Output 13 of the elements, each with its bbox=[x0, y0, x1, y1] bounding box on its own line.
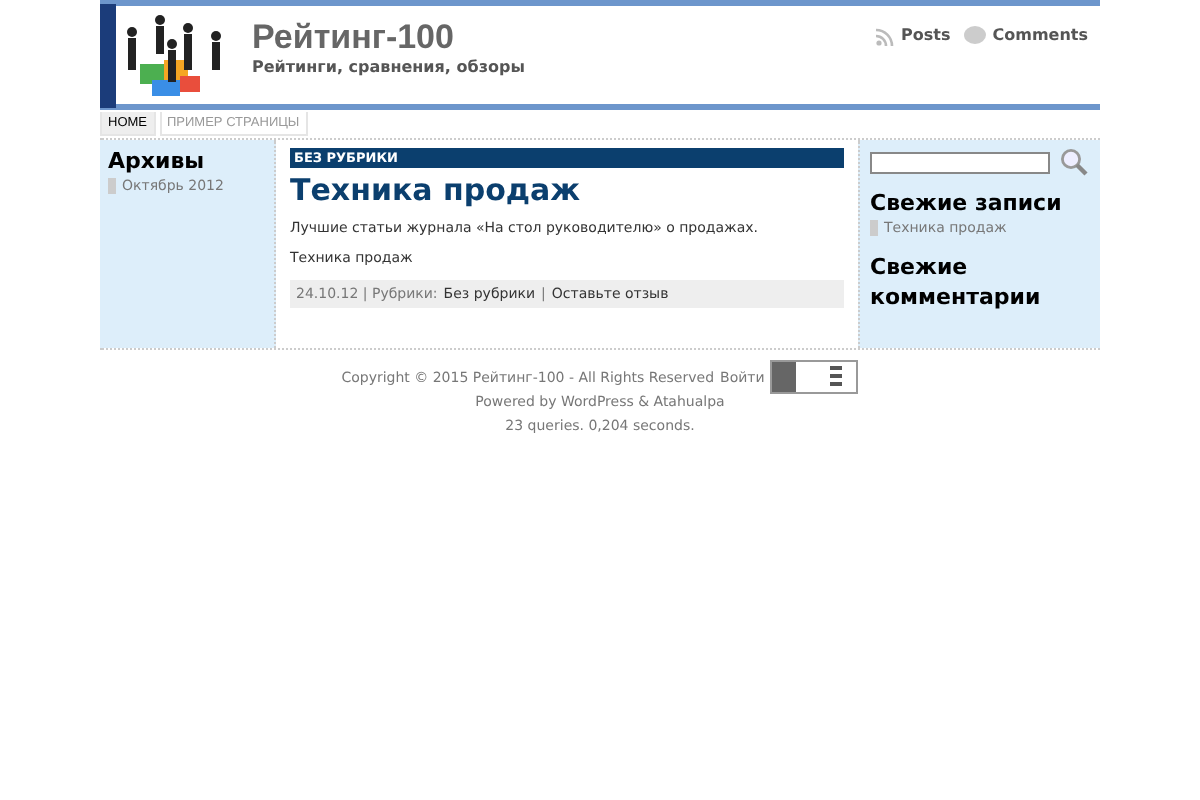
search-icon[interactable] bbox=[1060, 148, 1088, 176]
site-title[interactable]: Рейтинг-100 bbox=[252, 18, 525, 58]
widget-title: Свежие комментарии bbox=[870, 252, 1043, 312]
post-title[interactable]: Техника продаж bbox=[290, 172, 844, 208]
widget-title: Архивы bbox=[108, 148, 205, 174]
feed-link[interactable]: Posts bbox=[901, 26, 951, 44]
rss-icon bbox=[875, 25, 896, 45]
site-tagline: Рейтинги, сравнения, обзоры bbox=[252, 58, 525, 76]
speech-bubble-icon bbox=[964, 26, 987, 44]
counter-badge-icon bbox=[770, 360, 859, 394]
search-field[interactable] bbox=[870, 151, 1050, 173]
feed-link[interactable]: Comments bbox=[992, 26, 1088, 44]
widget-title: Свежие записи bbox=[870, 190, 1062, 216]
